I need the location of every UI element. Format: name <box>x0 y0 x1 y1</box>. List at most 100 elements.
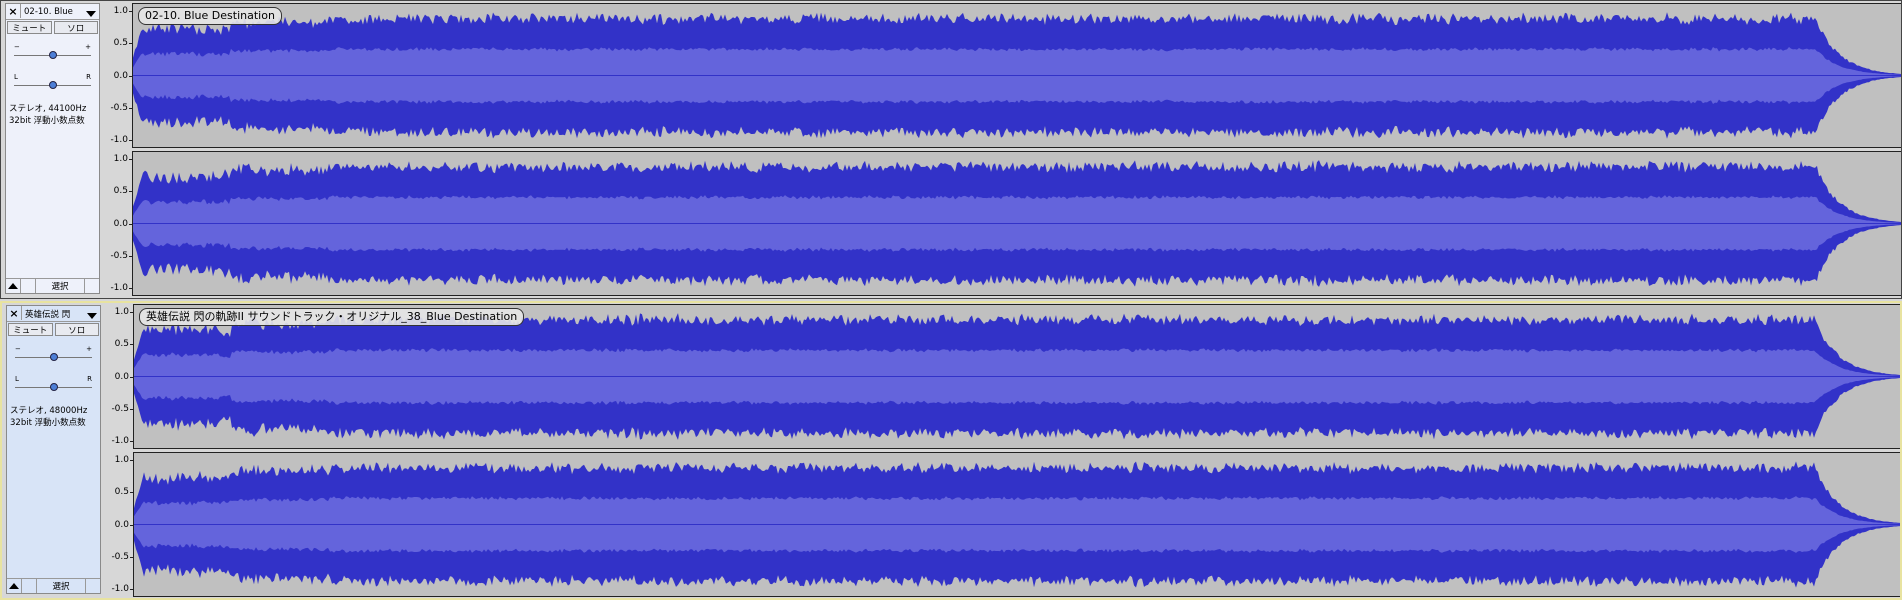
clip-name-label[interactable]: 英雄伝説 閃の軌跡II サウンドトラック・オリジナル_38_Blue Desti… <box>139 308 525 326</box>
amplitude-tick-label: 0.5 <box>114 487 129 498</box>
track-info: ステレオ, 44100Hz 32bit 浮動小数点数 <box>9 103 86 127</box>
amplitude-tick-label: 1.0 <box>113 154 128 164</box>
amplitude-tick-mark <box>129 107 132 109</box>
amplitude-tick-label: 1.0 <box>114 455 129 465</box>
chevron-up-icon <box>9 583 19 589</box>
track-name: 02-10. Blue <box>24 6 73 17</box>
track-bitdepth: 32bit 浮動小数点数 <box>10 418 86 428</box>
collapse-button[interactable] <box>7 579 22 593</box>
amplitude-tick-label: -1.0 <box>110 135 128 145</box>
waveform-svg <box>133 12 1901 139</box>
amplitude-tick-mark <box>129 255 132 257</box>
channel-left: 1.0 0.5 0.0 -0.5 -1.0 02-10. Blue Destinatio… <box>102 3 1901 148</box>
amplitude-tick-label: -1.0 <box>111 584 129 594</box>
amplitude-tick-label: 0.0 <box>113 218 128 229</box>
amplitude-tick-label: -1.0 <box>110 283 128 293</box>
amplitude-tick-mark <box>129 75 132 77</box>
amplitude-tick-label: 0.5 <box>113 186 128 197</box>
amplitude-tick-label: 0.5 <box>114 339 129 350</box>
amplitude-tick-label: 1.0 <box>113 6 128 16</box>
amplitude-tick-label: 0.0 <box>114 371 129 382</box>
amplitude-tick-mark <box>130 589 133 590</box>
track-1[interactable]: × 02-10. Blue ミュート ソロ − + L R ステレオ, 4410… <box>0 0 1902 299</box>
track-name: 英雄伝説 閃 <box>25 309 71 320</box>
amplitude-tick-mark <box>129 288 132 289</box>
amplitude-tick-mark <box>130 376 133 378</box>
amplitude-tick-label: -0.5 <box>110 102 128 113</box>
amplitude-tick-mark <box>130 408 133 410</box>
pan-knob[interactable] <box>49 383 58 391</box>
amplitude-tick-mark <box>130 344 133 346</box>
chevron-up-icon <box>8 283 18 289</box>
waveform[interactable] <box>133 3 1901 148</box>
gain-slider[interactable]: − + <box>14 43 91 60</box>
amplitude-tick-mark <box>129 159 132 160</box>
gain-knob[interactable] <box>49 353 58 361</box>
amplitude-ruler: 1.0 0.5 0.0 -0.5 -1.0 <box>102 3 133 148</box>
solo-button[interactable]: ソロ <box>53 21 98 34</box>
waveform-svg <box>134 461 1900 588</box>
amplitude-tick-label: 0.0 <box>114 519 129 530</box>
pan-slider[interactable]: L R <box>15 375 92 392</box>
track-format: ステレオ, 48000Hz <box>10 406 88 416</box>
waveform[interactable] <box>134 452 1900 597</box>
gain-knob[interactable] <box>48 51 57 59</box>
amplitude-tick-mark <box>130 312 133 313</box>
track-control-panel[interactable]: × 02-10. Blue ミュート ソロ − + L R ステレオ, 4410… <box>5 3 100 294</box>
track-2[interactable]: × 英雄伝説 閃 ミュート ソロ − + L R ステレオ, 48000Hz 3… <box>0 301 1902 600</box>
amplitude-tick-mark <box>130 524 133 526</box>
track-info: ステレオ, 48000Hz 32bit 浮動小数点数 <box>10 405 87 429</box>
channel-right: 1.0 0.5 0.0 -0.5 -1.0 <box>102 151 1901 296</box>
pan-left-label: L <box>15 375 19 383</box>
gain-plus-label: + <box>86 345 92 353</box>
amplitude-tick-mark <box>129 11 132 12</box>
mute-button[interactable]: ミュート <box>8 323 53 336</box>
amplitude-tick-mark <box>129 191 132 193</box>
amplitude-tick-label: -0.5 <box>111 403 129 414</box>
close-icon[interactable]: × <box>7 306 22 320</box>
amplitude-tick-label: 0.5 <box>113 38 128 49</box>
chevron-down-icon <box>86 10 96 17</box>
amplitude-ruler: 1.0 0.5 0.0 -0.5 -1.0 <box>103 304 134 449</box>
amplitude-tick-label: -1.0 <box>111 436 129 446</box>
track-format: ステレオ, 44100Hz <box>9 104 87 114</box>
clip-name-label[interactable]: 02-10. Blue Destination <box>138 7 282 25</box>
amplitude-tick-label: 1.0 <box>114 307 129 317</box>
track-bitdepth: 32bit 浮動小数点数 <box>9 116 85 126</box>
track-name-menu[interactable]: 02-10. Blue <box>21 4 99 19</box>
channel-left: 1.0 0.5 0.0 -0.5 -1.0 英雄伝説 閃の軌跡II サウンドトラック・オ… <box>103 304 1900 449</box>
gain-plus-label: + <box>85 43 91 51</box>
pan-knob[interactable] <box>48 81 57 89</box>
waveform-svg <box>134 313 1900 440</box>
pan-slider[interactable]: L R <box>14 73 91 90</box>
track-name-menu[interactable]: 英雄伝説 閃 <box>22 306 100 321</box>
waveform-svg <box>133 160 1901 287</box>
amplitude-tick-label: -0.5 <box>110 250 128 261</box>
amplitude-ruler: 1.0 0.5 0.0 -0.5 -1.0 <box>103 452 134 597</box>
channel-right: 1.0 0.5 0.0 -0.5 -1.0 <box>103 452 1900 597</box>
amplitude-tick-label: 0.0 <box>113 70 128 81</box>
mute-button[interactable]: ミュート <box>7 21 52 34</box>
amplitude-tick-mark <box>130 460 133 461</box>
pan-right-label: R <box>86 73 91 81</box>
pan-right-label: R <box>87 375 92 383</box>
select-button[interactable]: 選択 <box>35 279 85 293</box>
gain-minus-label: − <box>14 43 20 51</box>
amplitude-tick-mark <box>130 556 133 558</box>
close-icon[interactable]: × <box>6 4 21 18</box>
amplitude-tick-mark <box>130 441 133 442</box>
chevron-down-icon <box>87 312 97 319</box>
amplitude-tick-label: -0.5 <box>111 551 129 562</box>
pan-left-label: L <box>14 73 18 81</box>
amplitude-tick-mark <box>129 223 132 225</box>
amplitude-tick-mark <box>130 492 133 494</box>
gain-slider[interactable]: − + <box>15 345 92 362</box>
amplitude-tick-mark <box>129 43 132 45</box>
select-button[interactable]: 選択 <box>36 579 86 593</box>
waveform[interactable] <box>133 151 1901 296</box>
gain-minus-label: − <box>15 345 21 353</box>
track-control-panel[interactable]: × 英雄伝説 閃 ミュート ソロ − + L R ステレオ, 48000Hz 3… <box>6 305 101 594</box>
solo-button[interactable]: ソロ <box>54 323 99 336</box>
collapse-button[interactable] <box>6 279 21 293</box>
amplitude-ruler: 1.0 0.5 0.0 -0.5 -1.0 <box>102 151 133 296</box>
